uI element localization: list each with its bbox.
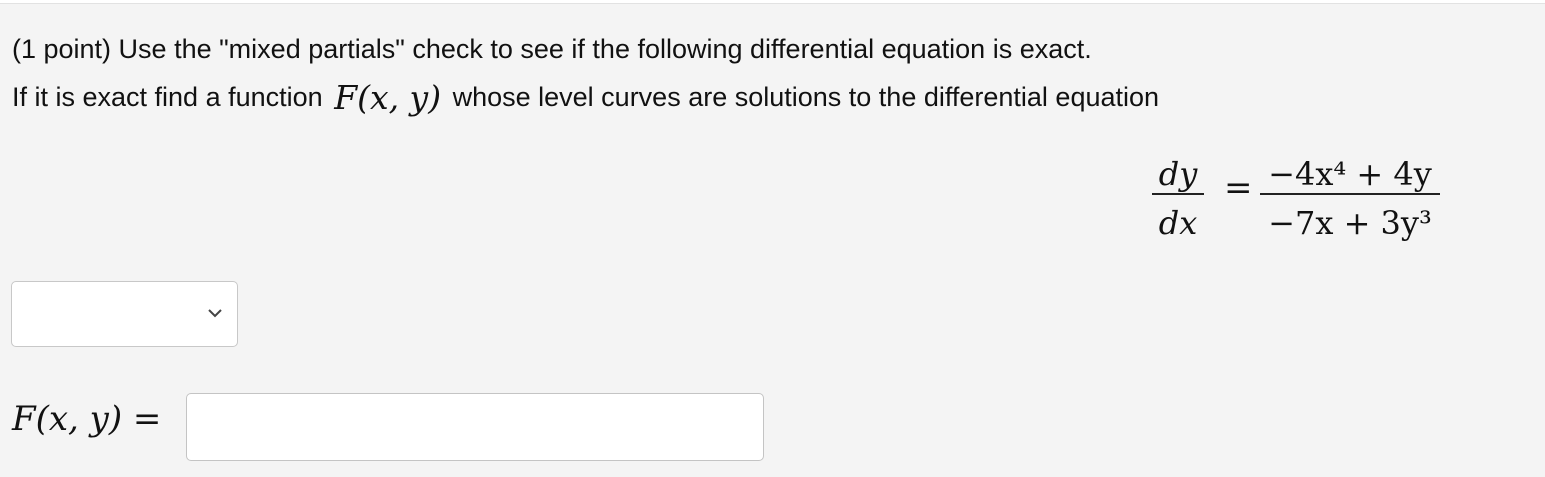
derivative-denominator: dx xyxy=(1158,203,1198,242)
equals-sign: = xyxy=(1224,168,1253,208)
problem-statement-line-1: (1 point) Use the "mixed partials" check… xyxy=(12,34,1092,64)
rhs-fraction: −4x⁴ + 4y −7x + 3y³ xyxy=(1260,146,1440,242)
problem-panel: (1 point) Use the "mixed partials" check… xyxy=(0,3,1545,477)
function-notation: F(x, y) xyxy=(334,78,442,117)
exact-select[interactable] xyxy=(11,281,238,347)
chevron-down-icon xyxy=(207,306,223,318)
rhs-denominator: −7x + 3y³ xyxy=(1268,203,1432,242)
problem-statement-line-2: If it is exact find a function F(x, y) w… xyxy=(12,78,1159,117)
answer-label: F(x, y) = xyxy=(12,399,162,439)
derivative-fraction: dy dx xyxy=(1152,146,1204,242)
rhs-numerator: −4x⁴ + 4y xyxy=(1268,155,1432,193)
problem-line-2-end: whose level curves are solutions to the … xyxy=(452,82,1160,112)
answer-input[interactable] xyxy=(186,393,764,461)
problem-line-2-start: If it is exact find a function xyxy=(12,82,323,112)
derivative-numerator: dy xyxy=(1158,155,1198,193)
